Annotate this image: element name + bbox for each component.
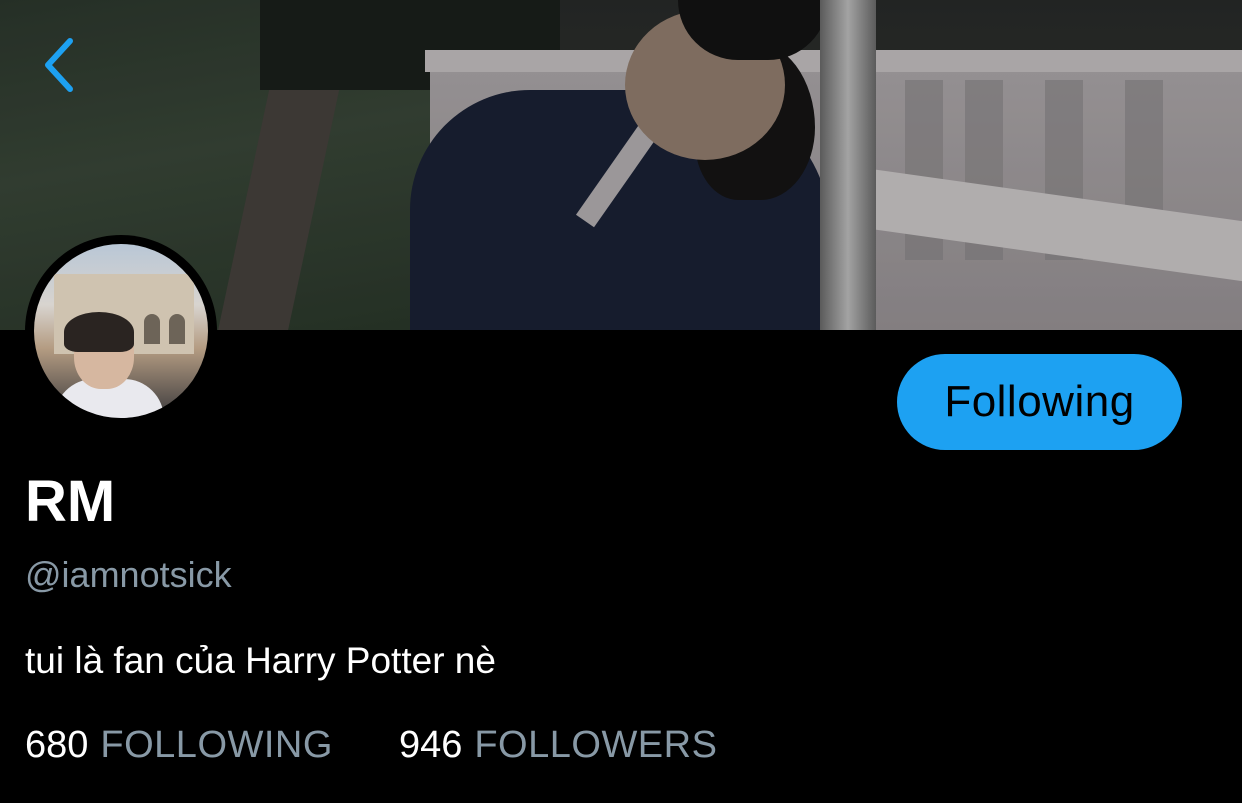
username-handle: @iamnotsick bbox=[25, 554, 232, 595]
chevron-left-icon bbox=[45, 38, 73, 92]
following-button[interactable]: Following bbox=[897, 354, 1182, 450]
avatar-arch bbox=[144, 314, 160, 344]
profile-stats: 680 FOLLOWING 946 FOLLOWERS bbox=[25, 722, 717, 768]
following-count: 680 bbox=[25, 724, 89, 766]
followers-stat[interactable]: 946 FOLLOWERS bbox=[399, 722, 718, 768]
following-stat[interactable]: 680 FOLLOWING bbox=[25, 722, 333, 768]
avatar-hair bbox=[64, 312, 134, 352]
profile-bio: tui là fan của Harry Potter nè bbox=[25, 640, 496, 681]
followers-count: 946 bbox=[398, 724, 463, 766]
display-name: RM bbox=[25, 469, 116, 534]
avatar-image bbox=[34, 244, 208, 418]
back-button[interactable] bbox=[30, 30, 86, 100]
following-label: FOLLOWING bbox=[100, 724, 333, 766]
avatar-arch bbox=[169, 314, 185, 344]
avatar[interactable] bbox=[25, 235, 217, 427]
followers-label: FOLLOWERS bbox=[474, 724, 718, 766]
